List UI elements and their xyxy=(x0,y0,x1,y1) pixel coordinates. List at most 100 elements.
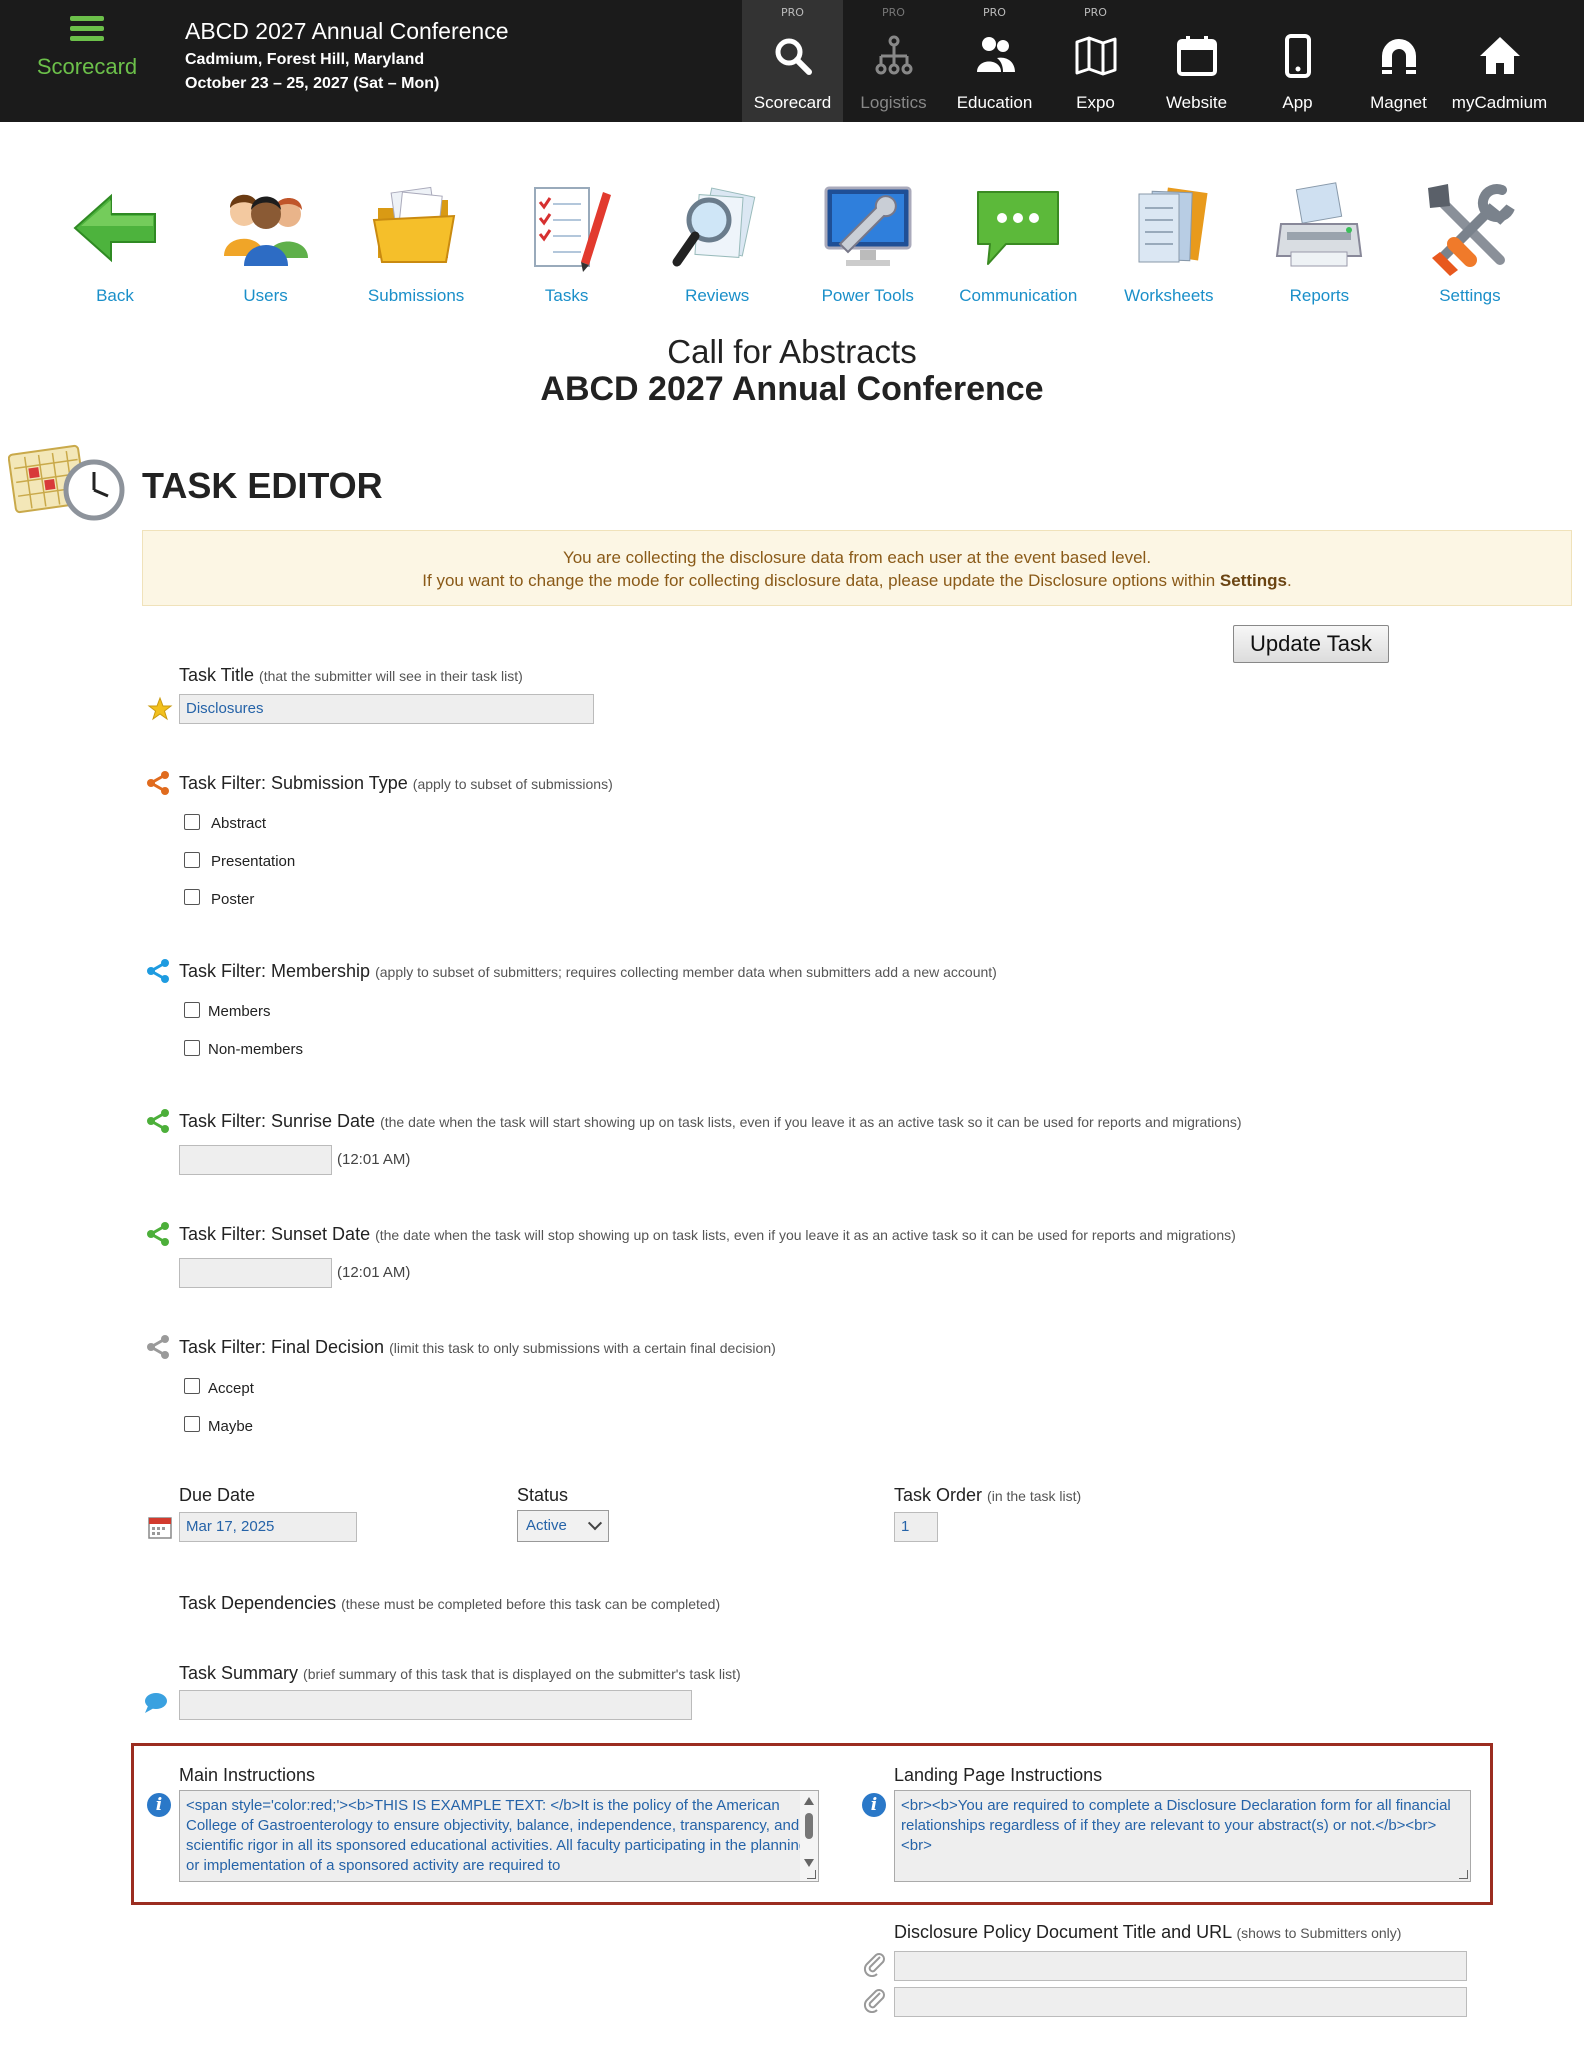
task-summary-input[interactable] xyxy=(179,1690,692,1720)
landing-instructions-textarea[interactable]: <br><b>You are required to complete a Di… xyxy=(894,1790,1471,1882)
scroll-up-icon[interactable] xyxy=(804,1797,814,1805)
task-title-hint: (that the submitter will see in their ta… xyxy=(259,668,523,684)
sunrise-date-input[interactable] xyxy=(179,1145,332,1175)
scroll-down-icon[interactable] xyxy=(804,1859,814,1867)
settings-icon xyxy=(1427,184,1515,276)
membership-hint: (apply to subset of submitters; requires… xyxy=(375,964,997,980)
topnav-label: Expo xyxy=(1076,93,1115,112)
policy-doc-hint: (shows to Submitters only) xyxy=(1236,1925,1402,1941)
task-order-label: Task Order (in the task list) xyxy=(894,1485,1081,1506)
calendar-icon[interactable] xyxy=(147,1514,173,1540)
policy-doc-label-text: Disclosure Policy Document Title and URL xyxy=(894,1922,1232,1942)
chevron-down-icon xyxy=(587,1516,603,1531)
presentation-checkbox[interactable] xyxy=(184,852,200,868)
sunset-date-hint: (the date when the task will stop showin… xyxy=(375,1227,1236,1243)
magnifier-icon xyxy=(672,187,756,267)
final-decision-label-text: Task Filter: Final Decision xyxy=(179,1337,385,1357)
main-instructions-textarea[interactable]: <span style='color:red;'><b>THIS IS EXAM… xyxy=(179,1790,819,1882)
toolbar-tasks[interactable]: Tasks xyxy=(502,178,632,313)
due-date-label: Due Date xyxy=(179,1485,256,1505)
abstract-checkbox[interactable] xyxy=(184,814,200,830)
toolbar-communication[interactable]: Communication xyxy=(953,178,1083,313)
toolbar-worksheets[interactable]: Worksheets xyxy=(1104,178,1234,313)
toolbar-settings[interactable]: Settings xyxy=(1405,178,1535,313)
status-select[interactable]: Active xyxy=(517,1510,609,1542)
notice-line-2-text: If you want to change the mode for colle… xyxy=(422,571,1220,590)
toolbar-reviews[interactable]: Reviews xyxy=(652,178,782,313)
landing-instructions-text: <br><b>You are required to complete a Di… xyxy=(901,1797,1451,1854)
topnav-website[interactable]: Website xyxy=(1146,0,1247,122)
resize-grip-icon[interactable] xyxy=(1459,1870,1468,1879)
accept-checkbox[interactable] xyxy=(184,1378,200,1394)
hamburger-menu-icon[interactable] xyxy=(70,16,104,42)
toolbar-label: Reviews xyxy=(685,286,750,305)
info-icon[interactable]: i xyxy=(147,1793,171,1817)
paperclip-icon xyxy=(863,1989,885,2013)
scroll-thumb[interactable] xyxy=(805,1813,813,1839)
task-title-input[interactable]: Disclosures xyxy=(179,694,594,724)
task-order-input[interactable]: 1 xyxy=(894,1512,938,1542)
sunrise-date-label: Task Filter: Sunrise Date (the date when… xyxy=(179,1111,1242,1132)
settings-link[interactable]: Settings xyxy=(1220,571,1287,590)
toolbar-users[interactable]: Users xyxy=(201,178,331,313)
membership-label: Task Filter: Membership (apply to subset… xyxy=(179,961,997,982)
info-icon[interactable]: i xyxy=(862,1793,886,1817)
abstract-checkbox-label: Abstract xyxy=(211,815,267,832)
editor-title: TASK EDITOR xyxy=(142,465,383,506)
phone-icon xyxy=(1284,34,1311,78)
pro-badge: PRO xyxy=(1084,6,1107,19)
members-checkbox[interactable] xyxy=(184,1002,200,1018)
toolbar-label: Communication xyxy=(959,286,1078,305)
org-chart-icon xyxy=(875,35,912,75)
event-dates: October 23 – 25, 2027 (Sat – Mon) xyxy=(185,75,440,92)
topnav-app[interactable]: App xyxy=(1247,0,1348,122)
topnav-education[interactable]: PRO Education xyxy=(944,0,1045,122)
toolbar-submissions[interactable]: Submissions xyxy=(351,178,481,313)
sunset-date-input[interactable] xyxy=(179,1258,332,1288)
update-task-button[interactable]: Update Task xyxy=(1233,625,1389,663)
due-date-input[interactable]: Mar 17, 2025 xyxy=(179,1512,357,1542)
pro-badge: PRO xyxy=(882,6,905,19)
non-members-checkbox[interactable] xyxy=(184,1040,200,1056)
poster-checkbox[interactable] xyxy=(184,889,200,905)
topnav-expo[interactable]: PRO Expo xyxy=(1045,0,1146,122)
folder-icon xyxy=(372,186,456,263)
non-members-checkbox-label: Non-members xyxy=(208,1041,304,1058)
final-decision-label: Task Filter: Final Decision (limit this … xyxy=(179,1337,776,1358)
submission-type-label-text: Task Filter: Submission Type xyxy=(179,773,408,793)
calendar-icon xyxy=(1176,36,1217,76)
topnav-label: Education xyxy=(956,93,1033,112)
event-location: Cadmium, Forest Hill, Maryland xyxy=(185,51,425,68)
topnav-scorecard[interactable]: PRO Scorecard xyxy=(742,0,843,122)
toolbar-power-tools[interactable]: Power Tools xyxy=(803,178,933,313)
chat-icon xyxy=(977,191,1060,265)
maybe-checkbox[interactable] xyxy=(184,1416,200,1432)
disclosure-notice: You are collecting the disclosure data f… xyxy=(142,530,1572,606)
topnav-magnet[interactable]: Magnet xyxy=(1348,0,1449,122)
scorecard-menu-button[interactable]: Scorecard xyxy=(22,16,152,80)
task-dependencies-label-text: Task Dependencies xyxy=(179,1593,337,1613)
topnav-mycadmium[interactable]: myCadmium xyxy=(1449,0,1550,122)
event-info: ABCD 2027 Annual Conference Cadmium, For… xyxy=(185,18,509,93)
page-subtitle: Call for Abstracts xyxy=(667,333,917,370)
status-select-value: Active xyxy=(526,1517,567,1534)
textarea-scrollbar[interactable] xyxy=(800,1791,818,1881)
calendar-clock-icon xyxy=(8,444,125,521)
sunrise-date-hint: (the date when the task will start showi… xyxy=(380,1114,1242,1130)
filter-share-icon xyxy=(147,959,169,983)
top-bar: Scorecard ABCD 2027 Annual Conference Ca… xyxy=(0,0,1584,122)
main-toolbar: Back Users Submissions Tasks Reviews Pow… xyxy=(50,178,1535,313)
toolbar-reports[interactable]: Reports xyxy=(1254,178,1384,313)
toolbar-back[interactable]: Back xyxy=(50,178,180,313)
policy-doc-title-input[interactable] xyxy=(894,1951,1467,1981)
resize-grip-icon[interactable] xyxy=(807,1870,816,1879)
task-order-label-text: Task Order xyxy=(894,1485,983,1505)
topnav-logistics[interactable]: PRO Logistics xyxy=(843,0,944,122)
task-summary-label: Task Summary (brief summary of this task… xyxy=(179,1663,741,1684)
checklist-icon xyxy=(533,187,611,272)
submission-type-label: Task Filter: Submission Type (apply to s… xyxy=(179,773,613,794)
policy-doc-url-input[interactable] xyxy=(894,1987,1467,2017)
event-title: ABCD 2027 Annual Conference xyxy=(185,18,509,44)
back-arrow-icon xyxy=(73,193,156,263)
task-title-label: Task Title (that the submitter will see … xyxy=(179,665,523,686)
